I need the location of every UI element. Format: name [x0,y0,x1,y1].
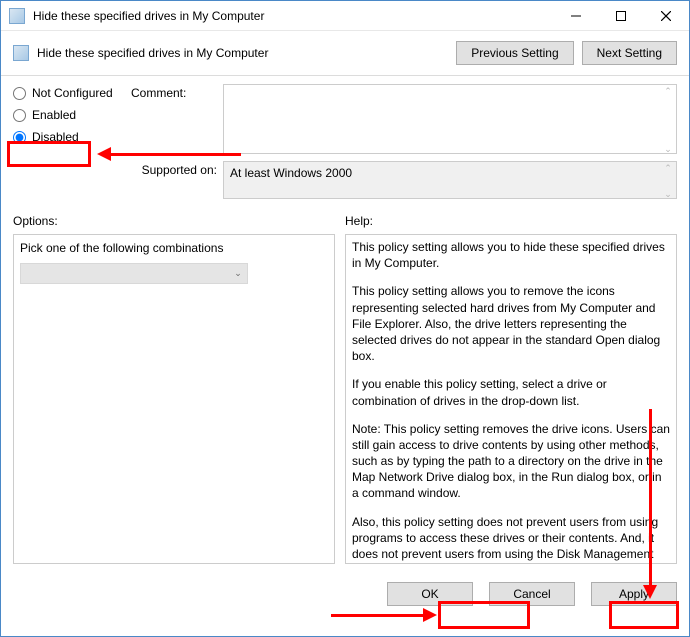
apply-button[interactable]: Apply [591,582,677,606]
help-paragraph: Note: This policy setting removes the dr… [352,421,670,502]
header: Hide these specified drives in My Comput… [1,31,689,76]
help-paragraph: If you enable this policy setting, selec… [352,376,670,408]
options-combo[interactable]: ⌄ [20,263,248,284]
radio-label: Not Configured [32,86,113,100]
footer: OK Cancel Apply [1,572,689,618]
settings-area: Not Configured Enabled Disabled Comment:… [1,76,689,208]
help-panel[interactable]: This policy setting allows you to hide t… [345,234,677,564]
maximize-button[interactable] [598,1,643,30]
radio-enabled-input[interactable] [13,109,26,122]
radio-disabled[interactable]: Disabled [13,130,131,144]
radio-disabled-input[interactable] [13,131,26,144]
policy-icon [9,8,25,24]
options-label: Options: [13,214,335,228]
help-paragraph: Also, this policy setting does not preve… [352,514,670,564]
close-button[interactable] [643,1,689,30]
radio-not-configured[interactable]: Not Configured [13,86,131,100]
comment-textarea[interactable] [223,84,677,154]
panel-labels: Options: Help: [1,208,689,234]
chevron-down-icon: ⌄ [229,268,247,279]
cancel-button[interactable]: Cancel [489,582,575,606]
options-text: Pick one of the following combinations [20,241,328,255]
titlebar: Hide these specified drives in My Comput… [1,1,689,31]
options-panel: Pick one of the following combinations ⌄ [13,234,335,564]
previous-setting-button[interactable]: Previous Setting [456,41,573,65]
radio-not-configured-input[interactable] [13,87,26,100]
dialog-window: Hide these specified drives in My Comput… [0,0,690,637]
state-radio-group: Not Configured Enabled Disabled [13,84,131,144]
panels: Pick one of the following combinations ⌄… [1,234,689,572]
radio-label: Enabled [32,108,76,122]
comment-label: Comment: [131,84,223,100]
supported-label: Supported on: [131,161,223,177]
supported-on-text [223,161,677,199]
window-title: Hide these specified drives in My Comput… [31,9,553,23]
help-paragraph: This policy setting allows you to hide t… [352,239,670,271]
header-title: Hide these specified drives in My Comput… [37,46,268,60]
radio-label: Disabled [32,130,79,144]
help-label: Help: [345,214,677,228]
minimize-button[interactable] [553,1,598,30]
ok-button[interactable]: OK [387,582,473,606]
next-setting-button[interactable]: Next Setting [582,41,677,65]
radio-enabled[interactable]: Enabled [13,108,131,122]
window-controls [553,1,689,30]
help-paragraph: This policy setting allows you to remove… [352,283,670,364]
policy-icon [13,45,29,61]
